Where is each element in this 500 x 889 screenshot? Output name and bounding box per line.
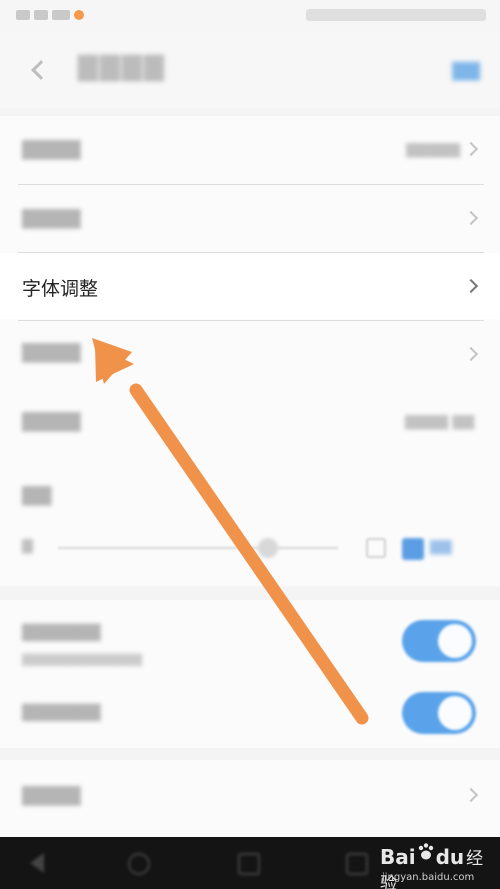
- back-button[interactable]: [20, 52, 56, 88]
- settings-row-blurred-6[interactable]: ▇▇▇▇: [0, 762, 500, 828]
- notification-dot-icon: [74, 10, 84, 20]
- page-title-blurred: ▇▇▇▇: [78, 52, 166, 82]
- nav-recent-icon[interactable]: [238, 853, 260, 875]
- chevron-right-icon: [463, 787, 479, 803]
- settings-row-blurred-3[interactable]: ▇▇▇▇: [0, 321, 500, 387]
- checkbox-label-blurred: ▇▇: [430, 539, 452, 555]
- baidu-paw-icon: [418, 843, 434, 860]
- font-adjust-label: 字体调整: [22, 278, 99, 300]
- chevron-right-icon: [463, 278, 479, 294]
- chevron-left-icon: [31, 60, 51, 80]
- square-button-icon[interactable]: [366, 538, 386, 558]
- status-icons-right: [306, 9, 486, 21]
- chevron-right-icon: [463, 141, 479, 157]
- settings-row-toggle-1[interactable]: ▇▇▇▇▇▇ ▇▇▇▇▇▇▇▇▇▇▇▇▇: [0, 606, 500, 676]
- nav-menu-icon[interactable]: [346, 853, 368, 875]
- chevron-right-icon: [463, 210, 479, 226]
- header: ▇▇▇▇ ▇▇: [0, 32, 500, 108]
- status-bar: [0, 0, 500, 32]
- settings-row-blurred-4[interactable]: ▇▇▇▇ ▇▇▇▇ ▇▇: [0, 390, 500, 456]
- baidu-watermark: Bai du 经验 jingyan.baidu.com: [380, 842, 496, 889]
- slider-min-label: ▇: [22, 538, 33, 554]
- nav-back-icon[interactable]: [30, 853, 44, 873]
- settings-row-toggle-2[interactable]: ▇▇▇▇▇▇: [0, 680, 500, 746]
- status-icons-left: [16, 8, 86, 22]
- brightness-slider-track[interactable]: [58, 547, 338, 549]
- nav-home-icon[interactable]: [128, 853, 150, 875]
- settings-row-blurred-2[interactable]: ▇▇▇▇: [0, 185, 500, 251]
- checkbox-icon[interactable]: [402, 538, 424, 560]
- settings-row-blurred-1[interactable]: ▇▇▇▇ ▇▇▇▇▇: [0, 116, 500, 184]
- toggle-switch-1[interactable]: [402, 620, 476, 662]
- toggle-switch-2[interactable]: [402, 692, 476, 734]
- brightness-slider-thumb[interactable]: [258, 538, 278, 558]
- settings-row-blurred-5: ▇▇: [22, 484, 52, 506]
- header-action-blurred[interactable]: ▇▇: [452, 60, 480, 81]
- chevron-right-icon: [463, 346, 479, 362]
- watermark-url: jingyan.baidu.com: [382, 872, 475, 883]
- settings-row-font-adjust[interactable]: 字体调整: [0, 253, 500, 319]
